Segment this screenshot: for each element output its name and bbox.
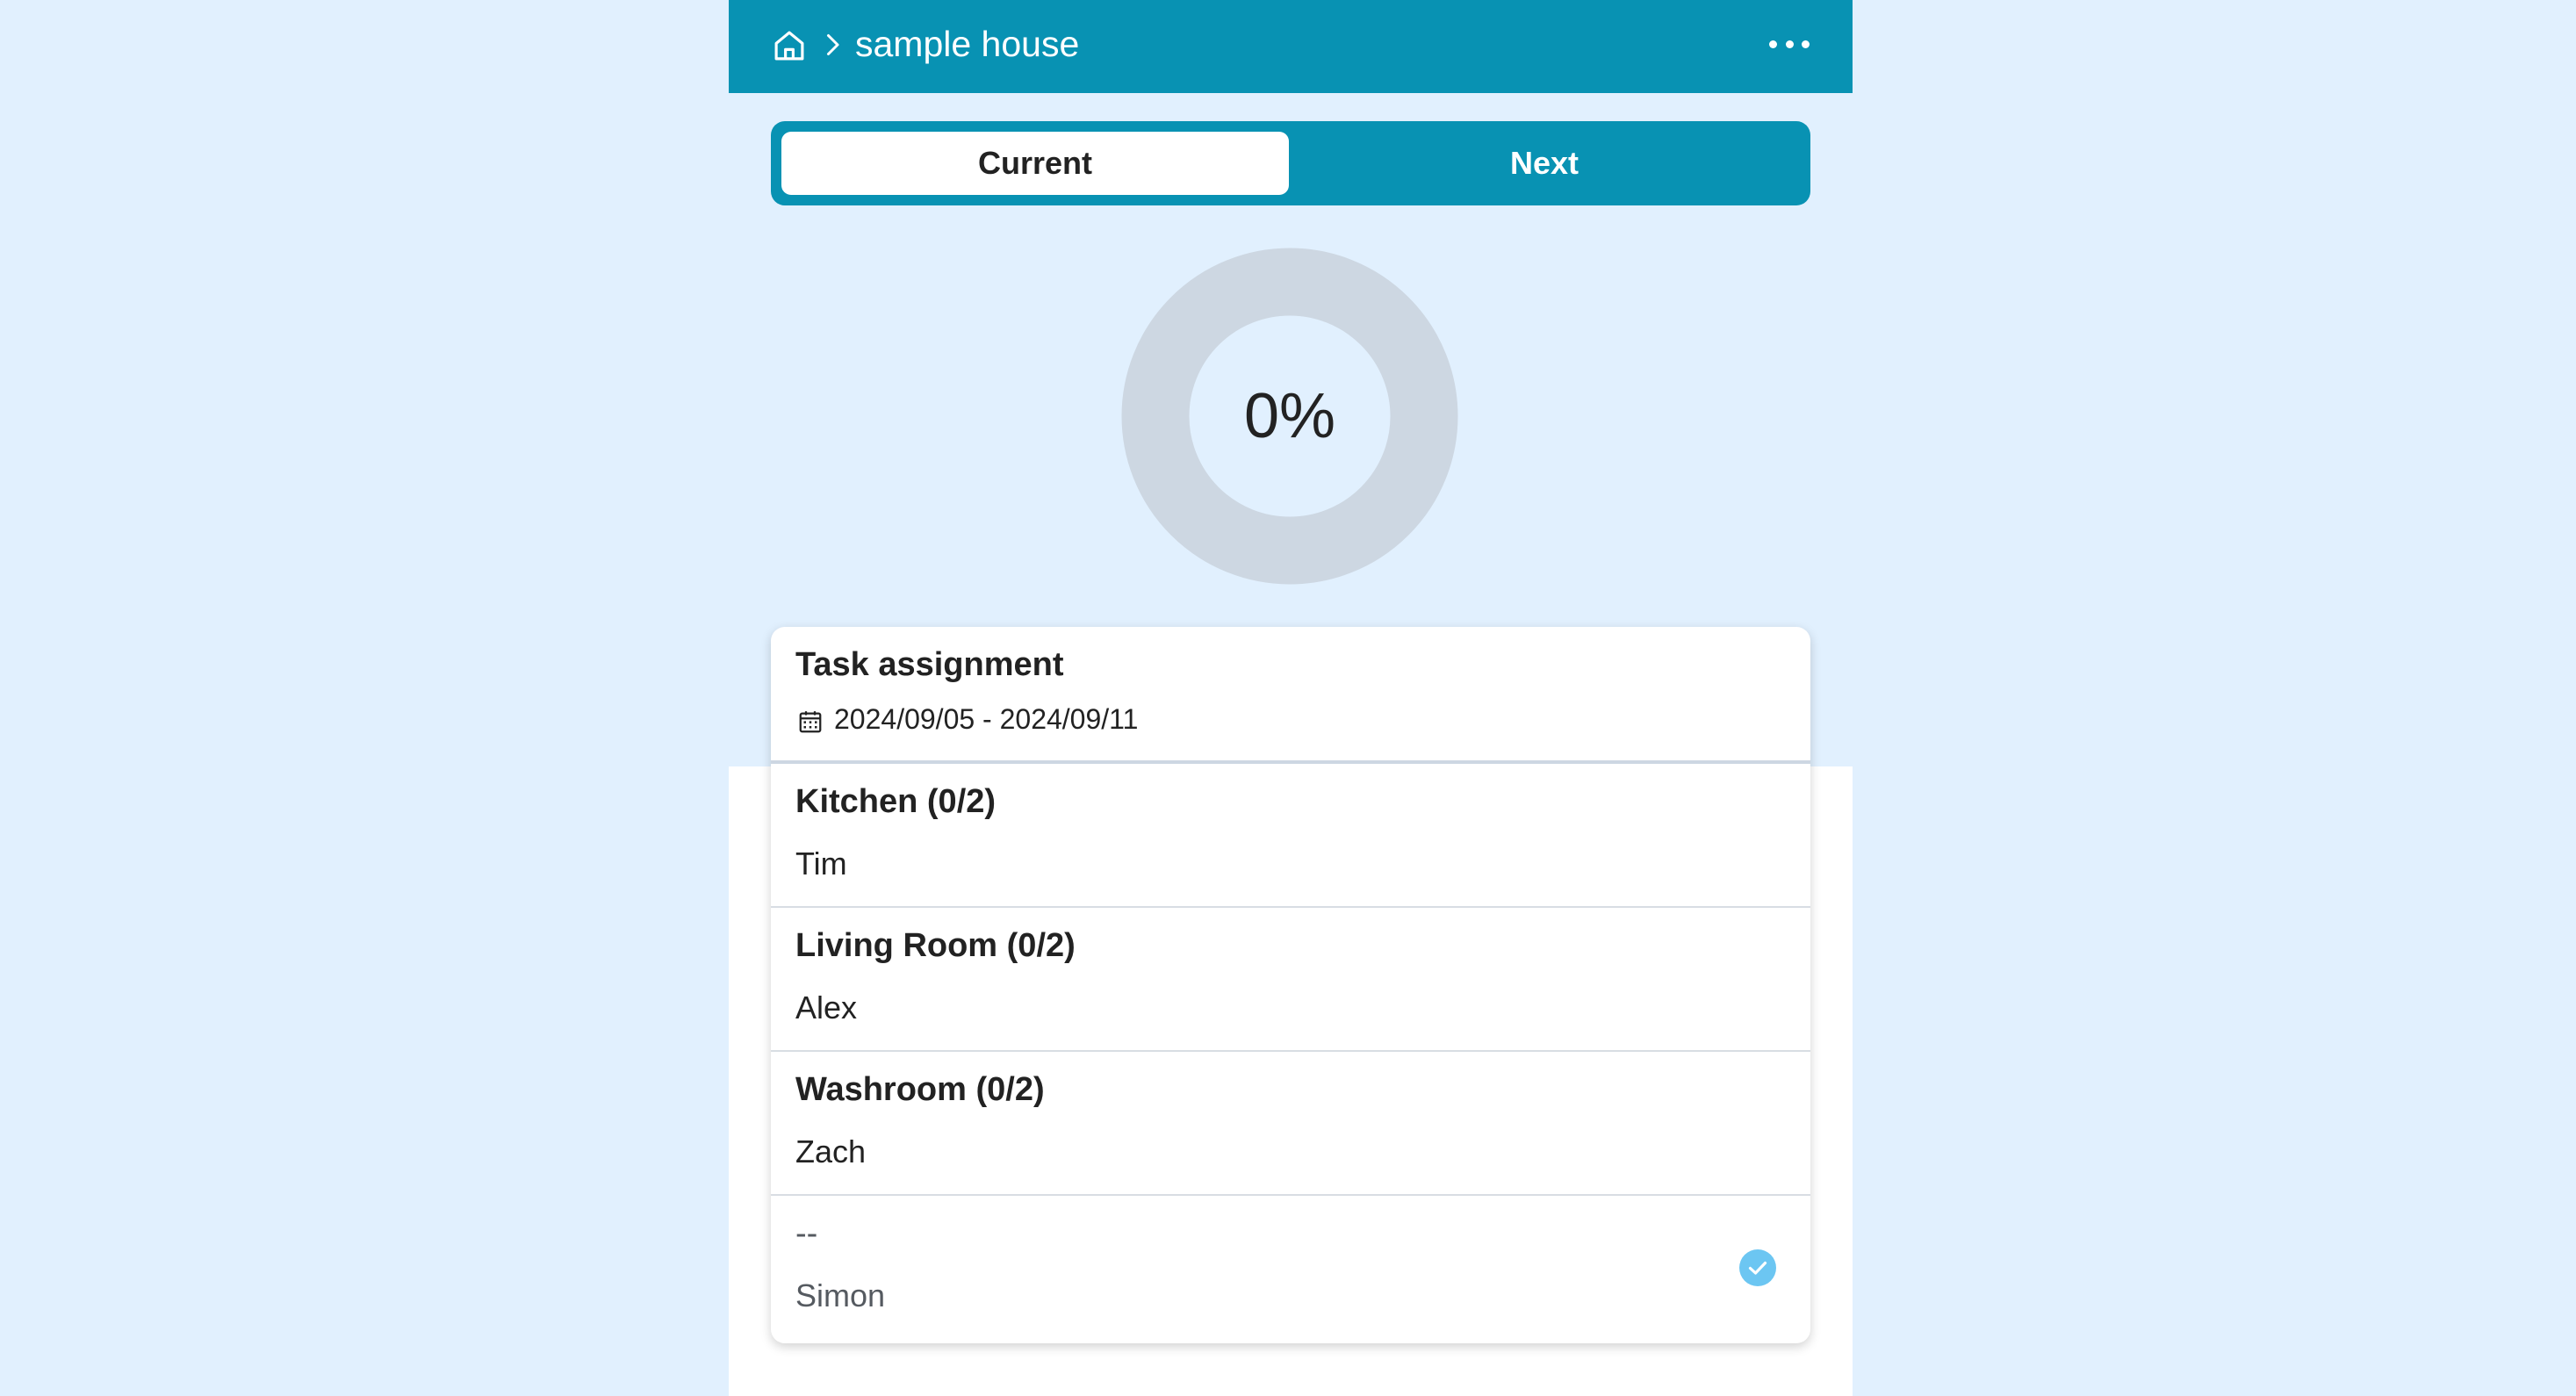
tab-next[interactable]: Next xyxy=(1291,132,1798,195)
task-row-washroom[interactable]: Washroom (0/2) Zach xyxy=(771,1052,1810,1196)
progress-percent: 0% xyxy=(1243,381,1336,451)
task-assignee: Alex xyxy=(795,989,858,1025)
more-dot xyxy=(1769,40,1777,48)
check-circle-icon[interactable] xyxy=(1738,1248,1777,1287)
task-assignment-card: Task assignment 2024/09/05 - 2024/09/11 … xyxy=(771,627,1810,1343)
more-dot xyxy=(1785,40,1794,48)
task-name: Washroom (0/2) xyxy=(795,1071,1045,1108)
date-range: 2024/09/05 - 2024/09/11 xyxy=(834,703,1139,735)
task-row-living-room[interactable]: Living Room (0/2) Alex xyxy=(771,908,1810,1052)
more-dot xyxy=(1802,40,1810,48)
task-row-unassigned[interactable]: -- Simon xyxy=(771,1196,1810,1343)
task-assignee: Tim xyxy=(795,846,847,881)
top-bar: sample house xyxy=(729,0,1853,93)
card-title: Task assignment xyxy=(795,646,1064,683)
task-assignee: Simon xyxy=(795,1277,886,1313)
tab-current[interactable]: Current xyxy=(781,132,1289,195)
chevron-right-icon xyxy=(827,34,839,55)
task-name: Living Room (0/2) xyxy=(795,927,1076,964)
task-name: Kitchen (0/2) xyxy=(795,783,997,820)
period-tabs: Current Next xyxy=(771,121,1810,205)
app-container: sample house Current Next 0% Task assign… xyxy=(729,0,1853,1396)
card-header: Task assignment 2024/09/05 - 2024/09/11 xyxy=(771,627,1810,764)
calendar-icon xyxy=(799,711,822,733)
more-horizontal-icon[interactable] xyxy=(1769,29,1810,59)
home-icon[interactable] xyxy=(771,27,808,64)
task-row-kitchen[interactable]: Kitchen (0/2) Tim xyxy=(771,764,1810,908)
task-name: -- xyxy=(795,1215,818,1252)
house-name-breadcrumb[interactable]: sample house xyxy=(855,22,1079,66)
task-assignee: Zach xyxy=(795,1133,867,1169)
